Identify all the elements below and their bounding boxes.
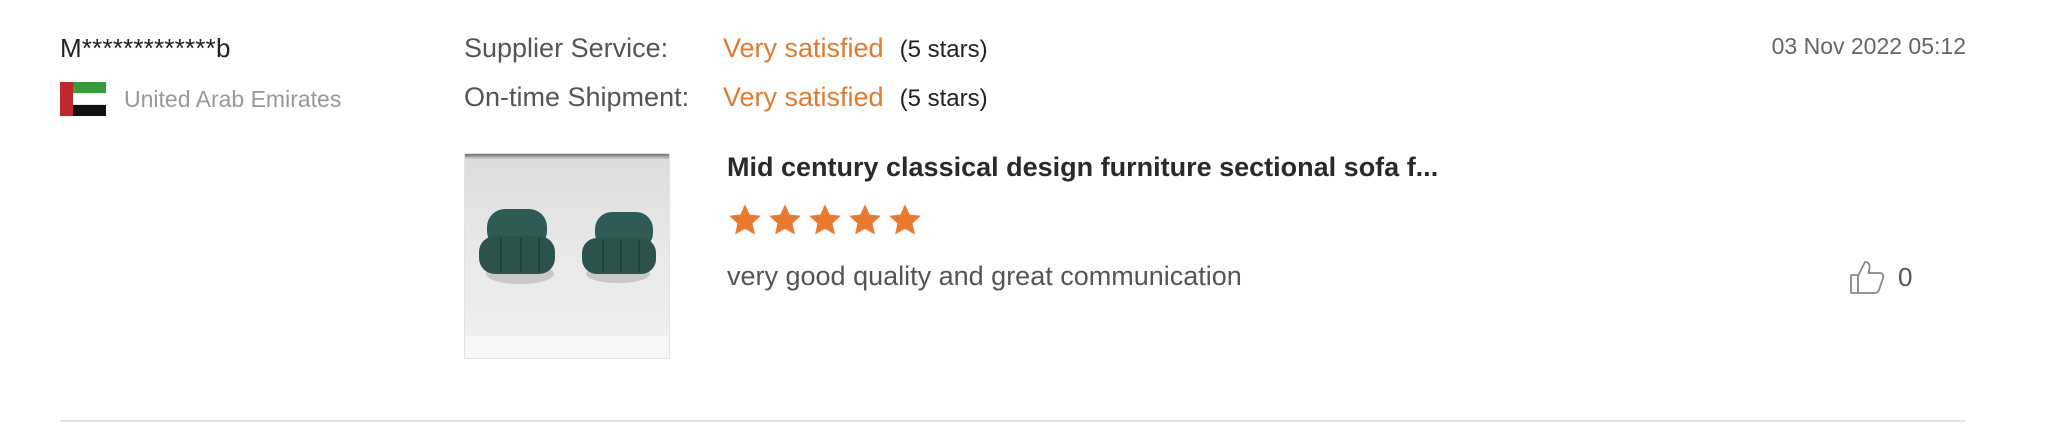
sofa-product-image[interactable] — [464, 153, 670, 359]
uae-flag-icon — [60, 82, 106, 117]
thumbs-up-icon — [1850, 261, 1885, 294]
rating-value: Very satisfied — [723, 33, 884, 63]
country-name: United Arab Emirates — [124, 85, 342, 112]
review-card: M*************b United Arab Emirates Sup… — [0, 0, 2064, 426]
reviewer-name: M*************b — [60, 33, 231, 63]
rating-stars-text: (5 stars) — [899, 85, 988, 112]
review-comment: very good quality and great communicatio… — [727, 261, 1242, 291]
rating-label: Supplier Service: — [464, 33, 669, 63]
supplier-service-rating: Supplier Service: Very satisfied (5 star… — [464, 33, 988, 64]
on-time-shipment-rating: On-time Shipment: Very satisfied (5 star… — [464, 82, 988, 113]
rating-stars-text: (5 stars) — [899, 36, 988, 63]
star-icon — [769, 204, 801, 235]
star-icon — [849, 204, 881, 235]
star-icon — [809, 204, 841, 235]
rating-value: Very satisfied — [723, 82, 884, 112]
rating-label: On-time Shipment: — [464, 82, 690, 112]
reviewer-country: United Arab Emirates — [60, 82, 342, 117]
review-divider — [60, 420, 1966, 422]
product-star-rating — [727, 202, 927, 238]
star-icon — [889, 204, 921, 235]
like-button[interactable]: 0 — [1848, 258, 1912, 296]
review-date: 03 Nov 2022 05:12 — [1771, 33, 1966, 59]
product-title-link[interactable]: Mid century classical design furniture s… — [727, 152, 1438, 183]
star-icon — [729, 204, 761, 235]
like-count: 0 — [1898, 261, 1913, 292]
